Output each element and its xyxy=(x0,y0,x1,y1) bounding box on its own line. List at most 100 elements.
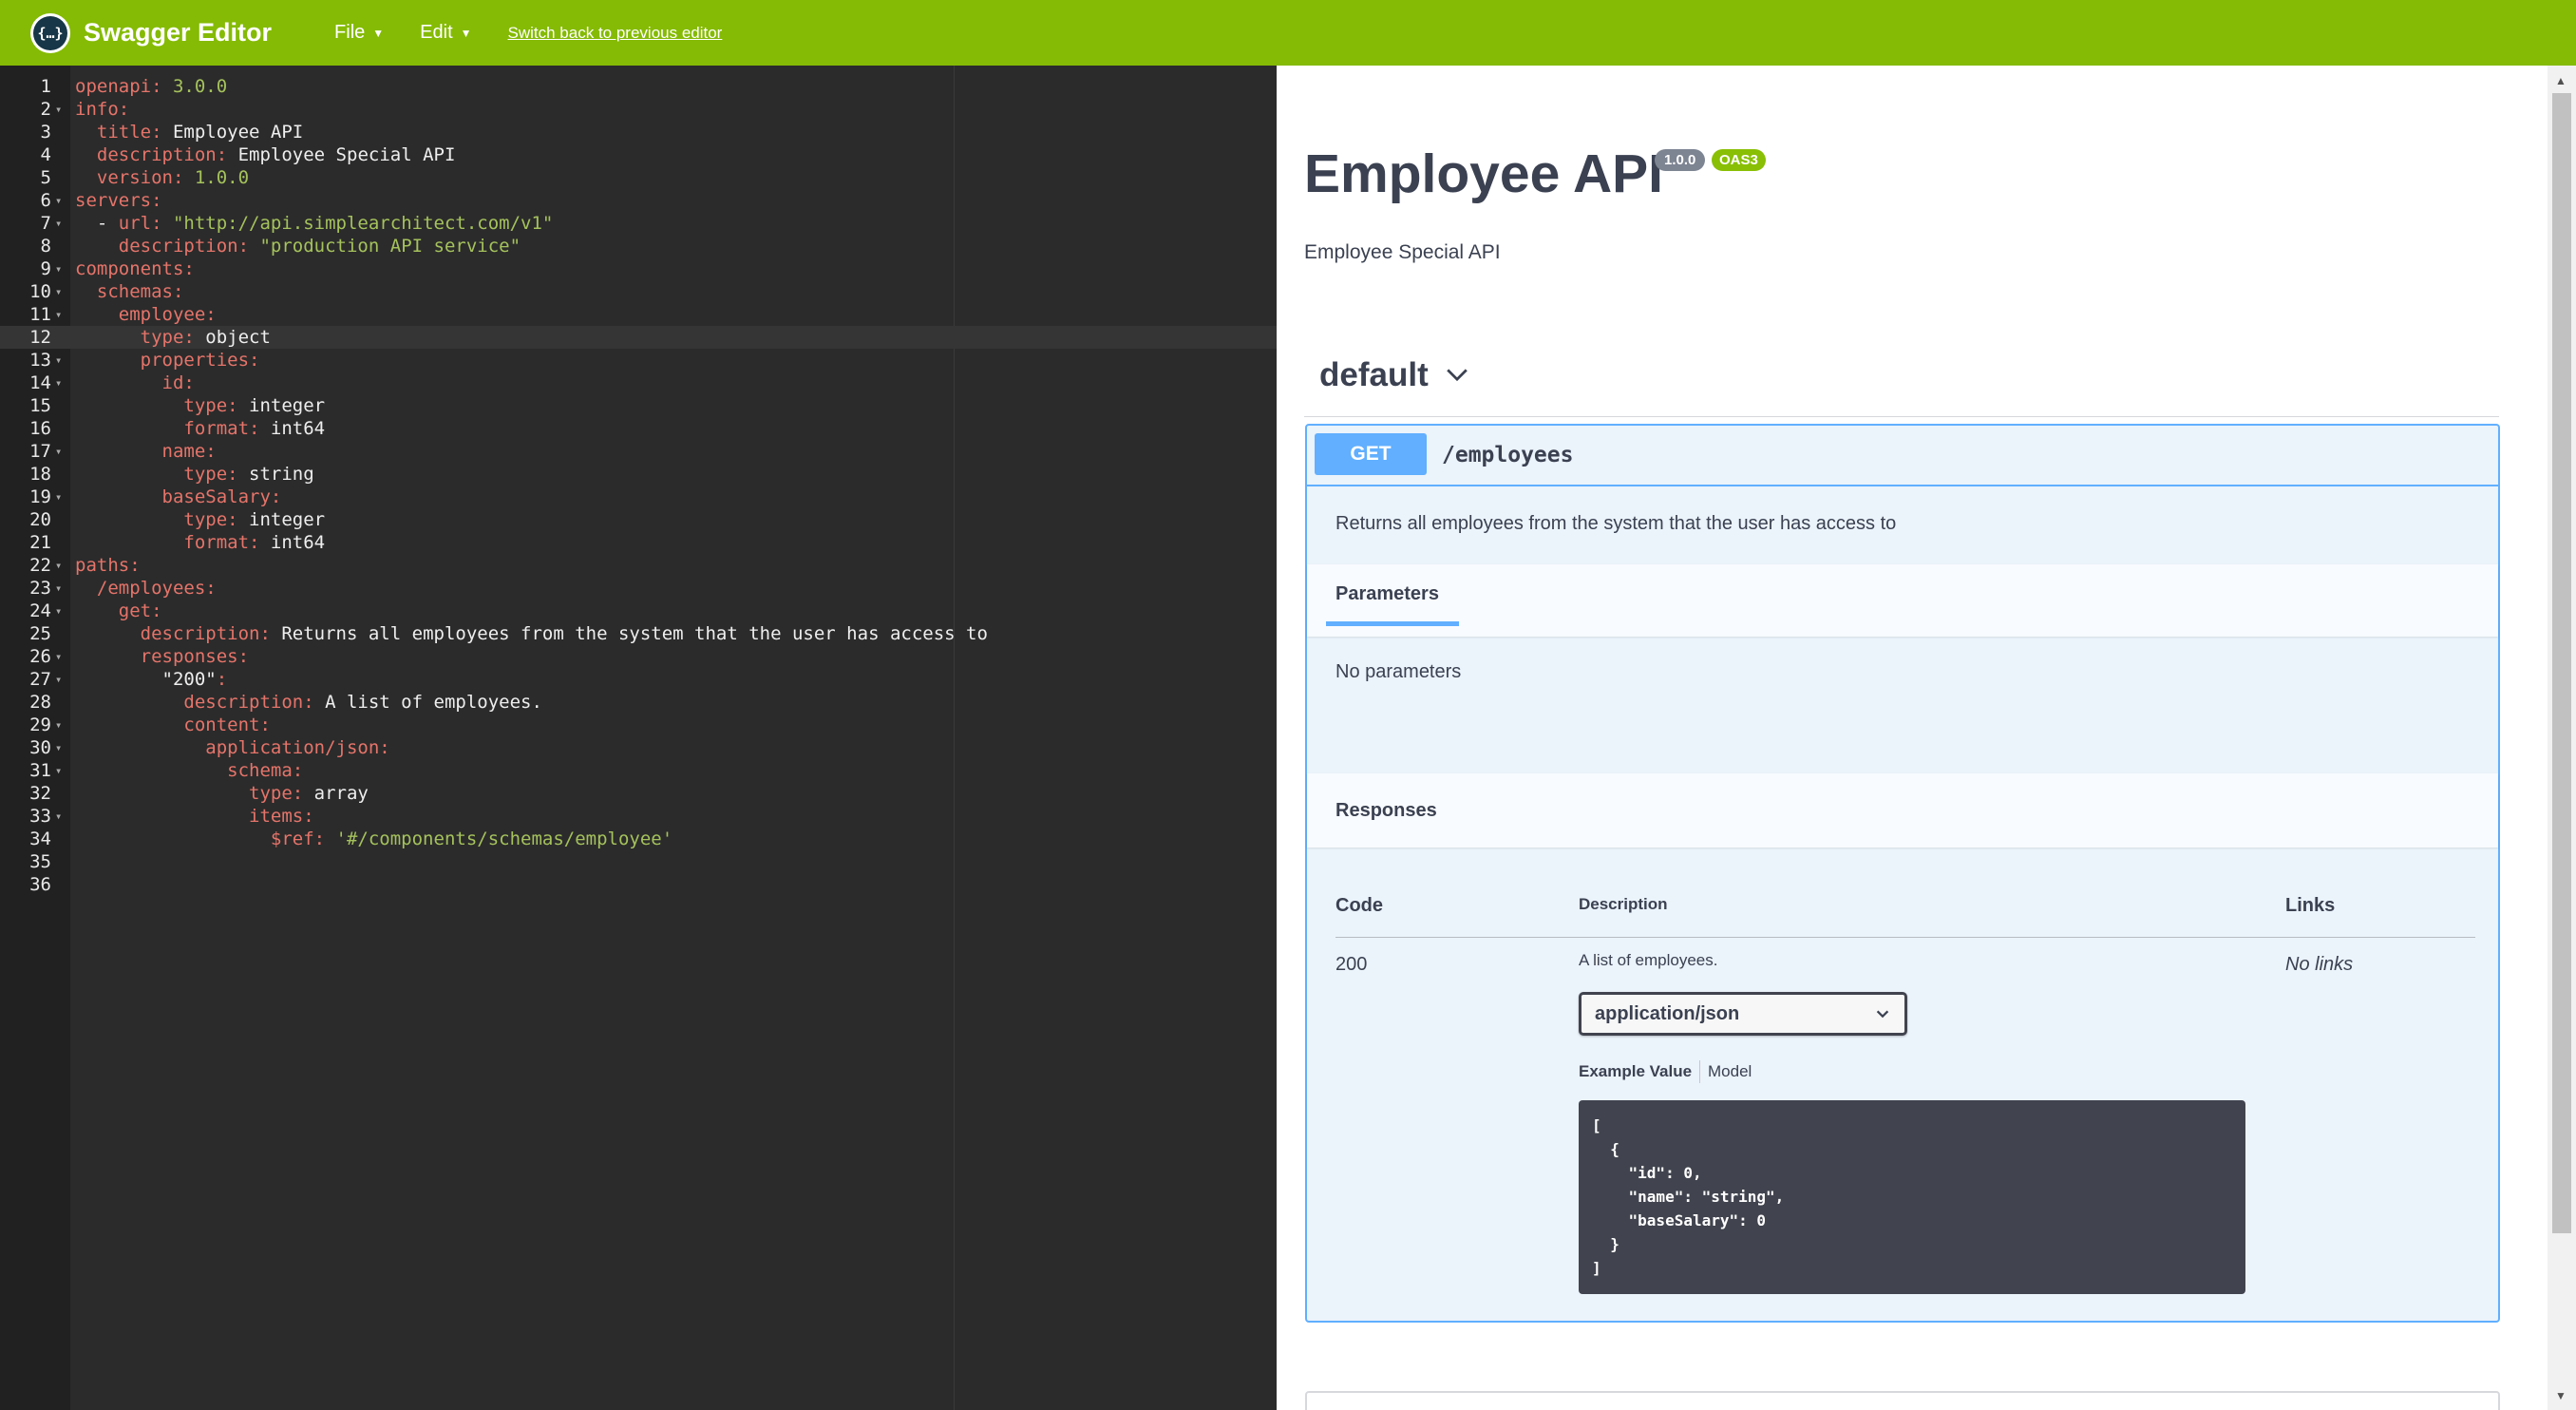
editor-line[interactable]: 36 xyxy=(0,873,1277,896)
fold-arrow-icon[interactable]: ▾ xyxy=(55,759,62,782)
chevron-down-icon xyxy=(1876,1010,1889,1019)
editor-line[interactable]: 10 ▾ schemas: xyxy=(0,280,1277,303)
tag-name: default xyxy=(1319,356,1429,393)
fold-arrow-icon[interactable]: ▾ xyxy=(55,486,62,508)
version-badge: 1.0.0 xyxy=(1655,149,1706,171)
fold-arrow-icon[interactable]: ▾ xyxy=(55,303,62,326)
caret-down-icon: ▼ xyxy=(460,26,472,40)
method-badge: GET xyxy=(1315,433,1427,475)
line-number: 29 xyxy=(29,715,51,735)
line-number: 13 xyxy=(29,350,51,371)
code-text: $ref: '#/components/schemas/employee' xyxy=(270,829,673,849)
editor-line[interactable]: 4 description: Employee Special API xyxy=(0,143,1277,166)
fold-arrow-icon[interactable]: ▾ xyxy=(55,280,62,303)
editor-line[interactable]: 15 type: integer xyxy=(0,394,1277,417)
swagger-logo-icon: {…} xyxy=(30,12,70,53)
line-number: 33 xyxy=(29,806,51,827)
scroll-down-icon[interactable]: ▼ xyxy=(2555,1389,2567,1402)
responses-header: Responses xyxy=(1307,773,2498,848)
fold-arrow-icon[interactable]: ▾ xyxy=(55,189,62,212)
tab-example-value[interactable]: Example Value xyxy=(1579,1062,1692,1081)
editor-line[interactable]: 7 ▾ - url: "http://api.simplearchitect.co… xyxy=(0,212,1277,235)
scroll-up-icon[interactable]: ▲ xyxy=(2555,74,2567,87)
editor-line[interactable]: 33 ▾ items: xyxy=(0,805,1277,828)
editor-line[interactable]: 8 description: "production API service" xyxy=(0,235,1277,257)
editor-line[interactable]: 30 ▾ application/json: xyxy=(0,736,1277,759)
fold-arrow-icon[interactable]: ▾ xyxy=(55,257,62,280)
editor-line[interactable]: 16 format: int64 xyxy=(0,417,1277,440)
editor-line[interactable]: 31 ▾ schema: xyxy=(0,759,1277,782)
fold-arrow-icon[interactable]: ▾ xyxy=(55,714,62,736)
editor-line[interactable]: 21 format: int64 xyxy=(0,531,1277,554)
scrollbar-thumb[interactable] xyxy=(2552,93,2571,1233)
line-number: 20 xyxy=(29,509,51,530)
editor-line[interactable]: 34 $ref: '#/components/schemas/employee' xyxy=(0,828,1277,850)
operation-description: Returns all employees from the system th… xyxy=(1335,513,1897,534)
editor-line[interactable]: 25 description: Returns all employees fr… xyxy=(0,622,1277,645)
line-number: 7 xyxy=(40,213,51,234)
editor-line[interactable]: 35 xyxy=(0,850,1277,873)
oas-badge: OAS3 xyxy=(1712,149,1766,171)
editor-line[interactable]: 2 ▾ info: xyxy=(0,98,1277,121)
operation-path: /employees xyxy=(1442,443,1574,467)
menu-edit[interactable]: Edit ▼ xyxy=(420,22,471,44)
line-number: 14 xyxy=(29,372,51,393)
media-type-select[interactable]: application/json xyxy=(1579,992,1907,1036)
swagger-logo[interactable]: {…} Swagger Editor xyxy=(30,12,272,53)
line-number: 4 xyxy=(40,144,51,165)
fold-arrow-icon[interactable]: ▾ xyxy=(55,98,62,121)
response-links: No links xyxy=(2285,954,2354,975)
editor-line[interactable]: 20 type: integer xyxy=(0,508,1277,531)
operation-summary[interactable]: GET /employees xyxy=(1307,426,2498,486)
editor-line[interactable]: 13 ▾ properties: xyxy=(0,349,1277,372)
tab-model[interactable]: Model xyxy=(1708,1062,1752,1081)
fold-arrow-icon[interactable]: ▾ xyxy=(55,736,62,759)
fold-arrow-icon[interactable]: ▾ xyxy=(55,805,62,828)
code-text: components: xyxy=(75,258,195,279)
fold-arrow-icon[interactable]: ▾ xyxy=(55,349,62,372)
code-text: type: string xyxy=(183,464,314,485)
line-number: 34 xyxy=(29,829,51,849)
tab-parameters[interactable]: Parameters xyxy=(1335,583,1439,605)
editor-line[interactable]: 22 ▾ paths: xyxy=(0,554,1277,577)
editor-line[interactable]: 19 ▾ baseSalary: xyxy=(0,486,1277,508)
editor-line[interactable]: 28 description: A list of employees. xyxy=(0,691,1277,714)
editor-line[interactable]: 26 ▾ responses: xyxy=(0,645,1277,668)
editor-line[interactable]: 29 ▾ content: xyxy=(0,714,1277,736)
line-number: 5 xyxy=(40,167,51,188)
editor-line[interactable]: 32 type: array xyxy=(0,782,1277,805)
fold-arrow-icon[interactable]: ▾ xyxy=(55,372,62,394)
editor-line[interactable]: 1 openapi: 3.0.0 xyxy=(0,75,1277,98)
editor-line[interactable]: 11 ▾ employee: xyxy=(0,303,1277,326)
code-text: type: array xyxy=(249,783,369,804)
editor-line[interactable]: 6 ▾ servers: xyxy=(0,189,1277,212)
menu-file[interactable]: File ▼ xyxy=(334,22,384,44)
responses-title: Responses xyxy=(1335,800,1437,821)
editor-line[interactable]: 23 ▾ /employees: xyxy=(0,577,1277,600)
editor-line[interactable]: 3 title: Employee API xyxy=(0,121,1277,143)
editor-line[interactable]: 17 ▾ name: xyxy=(0,440,1277,463)
yaml-editor[interactable]: 1 openapi: 3.0.0 2 ▾ info: 3 title: Employee … xyxy=(0,66,1277,1410)
editor-line[interactable]: 18 type: string xyxy=(0,463,1277,486)
code-text: format: int64 xyxy=(183,532,326,553)
switch-editor-link[interactable]: Switch back to previous editor xyxy=(508,24,723,43)
editor-line[interactable]: 14 ▾ id: xyxy=(0,372,1277,394)
code-text: description: A list of employees. xyxy=(183,692,542,713)
code-text: get: xyxy=(118,600,162,621)
code-text: employee: xyxy=(118,304,217,325)
line-number: 26 xyxy=(29,646,51,667)
fold-arrow-icon[interactable]: ▾ xyxy=(55,212,62,235)
fold-arrow-icon[interactable]: ▾ xyxy=(55,440,62,463)
editor-line[interactable]: 5 version: 1.0.0 xyxy=(0,166,1277,189)
tag-default-header[interactable]: default xyxy=(1319,356,1470,394)
fold-arrow-icon[interactable]: ▾ xyxy=(55,554,62,577)
editor-line[interactable]: 12 type: object xyxy=(0,326,1277,349)
fold-arrow-icon[interactable]: ▾ xyxy=(55,668,62,691)
fold-arrow-icon[interactable]: ▾ xyxy=(55,577,62,600)
fold-arrow-icon[interactable]: ▾ xyxy=(55,645,62,668)
editor-line[interactable]: 27 ▾ "200": xyxy=(0,668,1277,691)
editor-line[interactable]: 24 ▾ get: xyxy=(0,600,1277,622)
fold-arrow-icon[interactable]: ▾ xyxy=(55,600,62,622)
code-text: type: object xyxy=(140,327,271,348)
editor-line[interactable]: 9 ▾ components: xyxy=(0,257,1277,280)
